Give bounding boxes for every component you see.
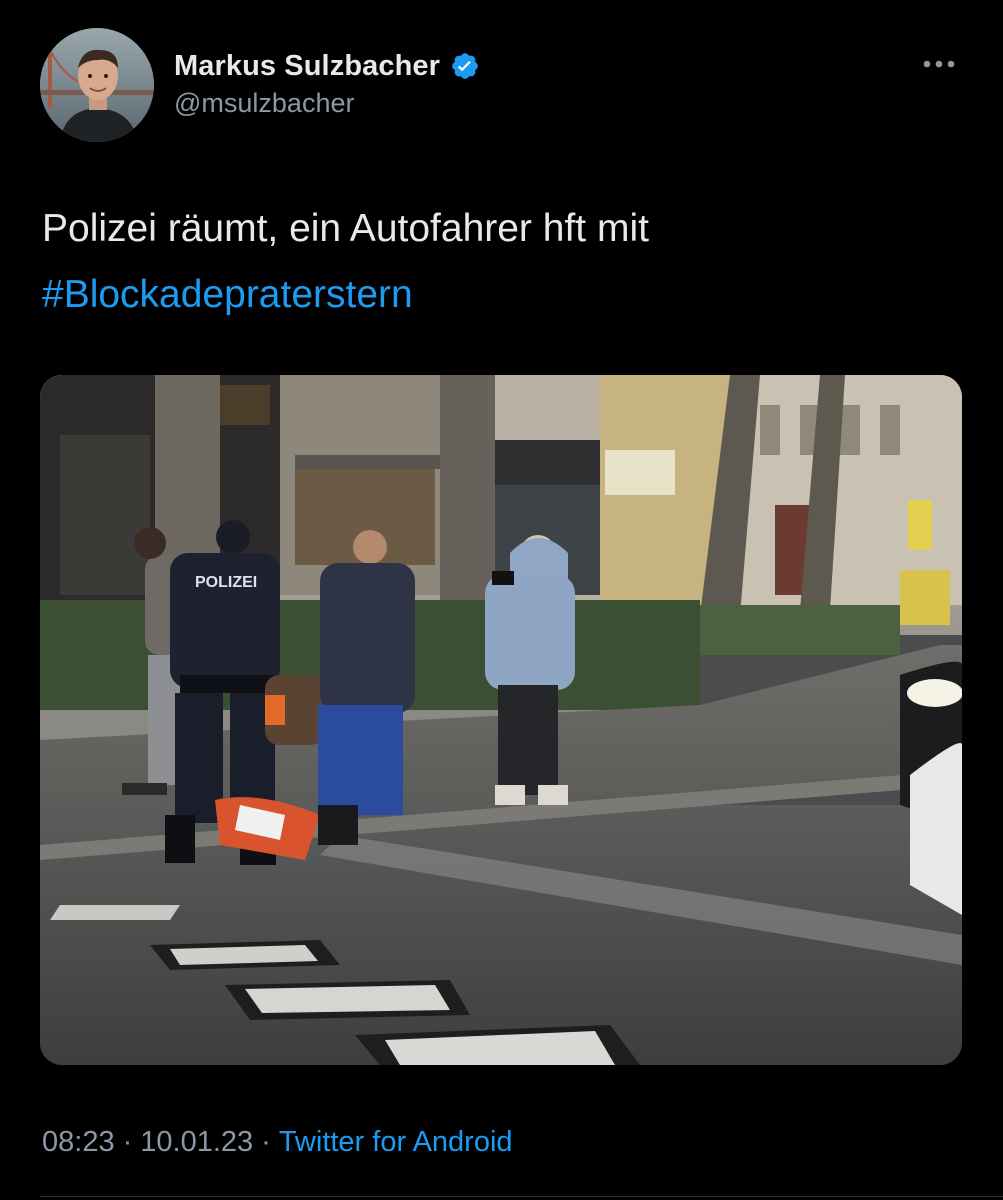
more-options-icon[interactable] (921, 52, 957, 76)
divider (40, 1196, 1003, 1197)
tweet: Markus Sulzbacher @msulzbacher Polizei r… (0, 0, 1003, 1200)
name-row: Markus Sulzbacher (174, 48, 480, 84)
meta-separator: · (122, 1126, 133, 1158)
tweet-text: Polizei räumt, ein Autofahrer hft mit #B… (42, 196, 962, 328)
handle[interactable]: @msulzbacher (174, 88, 480, 119)
display-name[interactable]: Markus Sulzbacher (174, 50, 440, 83)
avatar[interactable] (40, 28, 154, 142)
tweet-time[interactable]: 08:23 (42, 1126, 115, 1159)
tweet-source-link[interactable]: Twitter for Android (279, 1126, 513, 1159)
hashtag-link[interactable]: #Blockadepraterstern (42, 262, 962, 328)
author-block: Markus Sulzbacher @msulzbacher (174, 48, 480, 119)
tweet-date[interactable]: 10.01.23 (140, 1126, 253, 1159)
police-back-text: POLIZEI (195, 574, 257, 591)
verified-badge-icon (450, 51, 480, 81)
tweet-meta: 08:23 · 10.01.23 · Twitter for Android (42, 1126, 513, 1159)
meta-separator: · (261, 1126, 271, 1158)
tweet-photo[interactable]: POLIZEI (40, 375, 962, 1065)
tweet-body-text: Polizei räumt, ein Autofahrer hft mit (42, 207, 649, 250)
